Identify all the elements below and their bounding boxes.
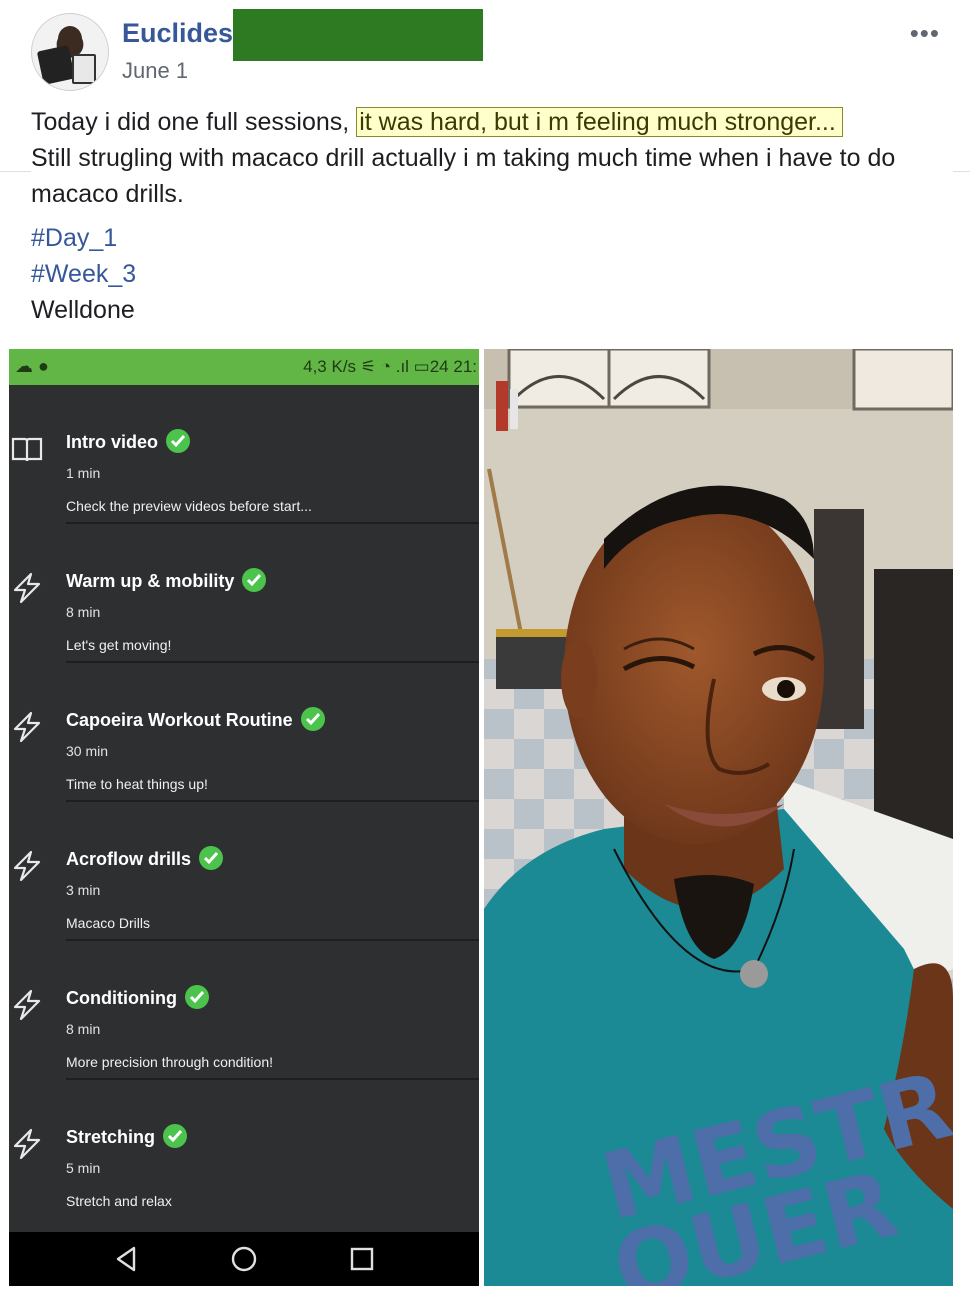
book-icon: [11, 437, 43, 462]
status-right-info: 4,3 K/s ⚟ ◔ .ıl ▭24 21:: [303, 357, 477, 376]
completed-check-icon: [199, 846, 224, 870]
highlighted-text: it was hard, but i m feeling much strong…: [356, 107, 843, 137]
workout-description: Stretch and relax: [66, 1193, 172, 1209]
phone-screenshot[interactable]: ☁ ● 4,3 K/s ⚟ ◔ .ıl ▭24 21: Intro video …: [9, 349, 479, 1286]
lightning-icon: [13, 850, 41, 882]
completed-check-icon: [163, 1124, 188, 1148]
hashtag-day1[interactable]: #Day_1: [31, 224, 117, 253]
lightning-icon: [13, 572, 41, 604]
recents-icon[interactable]: [347, 1244, 377, 1274]
workout-duration: 1 min: [66, 465, 101, 481]
back-icon[interactable]: [112, 1244, 142, 1274]
more-options-icon[interactable]: •••: [910, 18, 940, 49]
workout-duration: 3 min: [66, 882, 101, 898]
phone-status-bar: ☁ ● 4,3 K/s ⚟ ◔ .ıl ▭24 21:: [9, 349, 479, 385]
selfie-photo[interactable]: MESTR QUER: [484, 349, 953, 1286]
workout-title: Stretching: [66, 1124, 188, 1150]
workout-title: Capoeira Workout Routine: [66, 707, 325, 733]
lightning-icon: [13, 989, 41, 1021]
workout-item[interactable]: Intro video 1 min Check the preview vide…: [9, 385, 479, 524]
workout-title: Warm up & mobility: [66, 568, 267, 594]
workout-title: Conditioning: [66, 985, 209, 1011]
workout-item[interactable]: Warm up & mobility 8 min Let's get movin…: [9, 524, 479, 663]
hashtag-week3[interactable]: #Week_3: [31, 260, 136, 289]
post-date[interactable]: June 1: [122, 58, 188, 84]
avatar[interactable]: [31, 13, 109, 91]
workout-description: More precision through condition!: [66, 1054, 274, 1070]
author-name[interactable]: Euclides: [122, 18, 233, 49]
home-icon[interactable]: [229, 1244, 259, 1274]
completed-check-icon: [184, 985, 209, 1009]
lightning-icon: [13, 1128, 41, 1160]
feed-divider: [953, 171, 970, 172]
workout-item[interactable]: Conditioning 8 min More precision throug…: [9, 941, 479, 1080]
completed-check-icon: [300, 707, 325, 731]
post-closing-text: Welldone: [31, 296, 135, 324]
workout-item[interactable]: Stretching 5 min Stretch and relax: [9, 1080, 479, 1219]
post-text: Today i did one full sessions, it was ha…: [31, 104, 951, 212]
workout-item[interactable]: Capoeira Workout Routine 30 min Time to …: [9, 663, 479, 802]
workout-description: Check the preview videos before start...: [66, 498, 312, 514]
lightning-icon: [13, 711, 41, 743]
completed-check-icon: [166, 429, 191, 453]
workout-description: Time to heat things up!: [66, 776, 208, 792]
workout-description: Let's get moving!: [66, 637, 172, 653]
workout-item[interactable]: Acroflow drills 3 min Macaco Drills: [9, 802, 479, 941]
workout-title: Intro video: [66, 429, 191, 455]
workout-title: Acroflow drills: [66, 846, 224, 872]
workout-duration: 5 min: [66, 1160, 101, 1176]
redacted-name-block: [233, 9, 483, 61]
workout-duration: 8 min: [66, 604, 101, 620]
status-left-icons: ☁ ●: [15, 356, 49, 376]
android-nav-bar: [9, 1232, 479, 1286]
workout-description: Macaco Drills: [66, 915, 151, 931]
post-text-part2: Still strugling with macaco drill actual…: [31, 144, 896, 208]
post-text-part1: Today i did one full sessions,: [31, 108, 350, 136]
workout-duration: 30 min: [66, 743, 109, 759]
feed-divider: [0, 171, 31, 172]
completed-check-icon: [242, 568, 267, 592]
workout-duration: 8 min: [66, 1021, 101, 1037]
selfie-illustration: MESTR QUER: [484, 349, 953, 1286]
